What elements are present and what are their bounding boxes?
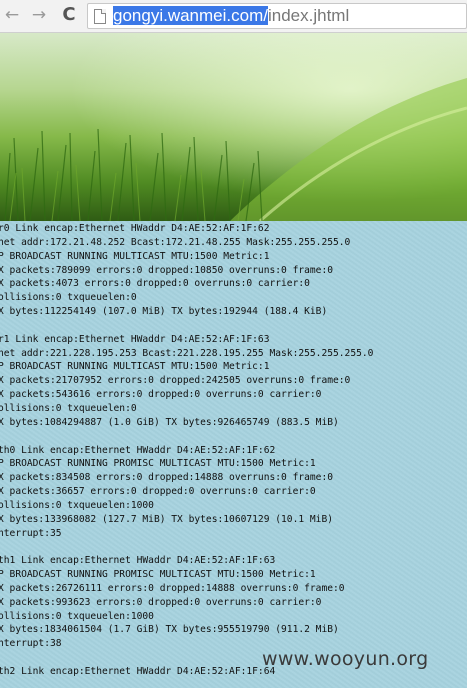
terminal-line: nterrupt:35 (0, 527, 62, 539)
terminal-line: P BROADCAST RUNNING PROMISC MULTICAST MT… (0, 458, 316, 470)
grass-banner-image (0, 33, 467, 221)
url-host-selected: gongyi.wanmei.com/ (113, 6, 268, 25)
terminal-line: X bytes:1084294887 (1.0 GiB) TX bytes:92… (0, 416, 339, 428)
url-text[interactable]: gongyi.wanmei.com/index.jhtml (113, 5, 349, 27)
terminal-line: X packets:993623 errors:0 dropped:0 over… (0, 596, 322, 608)
ifconfig-output-lines: r0 Link encap:Ethernet HWaddr D4:AE:52:A… (0, 222, 373, 679)
terminal-line: ollisions:0 txqueuelen:0 (0, 292, 137, 304)
watermark-text: www.wooyun.org (262, 648, 429, 670)
terminal-line: th1 Link encap:Ethernet HWaddr D4:AE:52:… (0, 555, 276, 567)
terminal-line: ollisions:0 txqueuelen:1000 (0, 610, 154, 622)
terminal-line: ollisions:0 txqueuelen:0 (0, 402, 137, 414)
terminal-line: ollisions:0 txqueuelen:1000 (0, 499, 154, 511)
terminal-line: X bytes:133968082 (127.7 MiB) TX bytes:1… (0, 513, 334, 525)
terminal-line: r0 Link encap:Ethernet HWaddr D4:AE:52:A… (0, 223, 270, 234)
browser-toolbar: ← → C gongyi.wanmei.com/index.jhtml (0, 0, 467, 33)
terminal-line: X packets:4073 errors:0 dropped:0 overru… (0, 278, 310, 290)
terminal-line: net addr:221.228.195.253 Bcast:221.228.1… (0, 347, 374, 359)
terminal-line: th0 Link encap:Ethernet HWaddr D4:AE:52:… (0, 444, 276, 456)
page-icon (94, 9, 106, 24)
address-bar[interactable]: gongyi.wanmei.com/index.jhtml (87, 3, 467, 29)
terminal-line: P BROADCAST RUNNING MULTICAST MTU:1500 M… (0, 250, 270, 262)
forward-arrow-icon[interactable]: → (30, 6, 48, 24)
url-path: index.jhtml (267, 6, 350, 25)
terminal-line: X packets:834508 errors:0 dropped:14888 … (0, 472, 334, 484)
terminal-output: r0 Link encap:Ethernet HWaddr D4:AE:52:A… (0, 221, 467, 688)
terminal-line: X bytes:1834061504 (1.7 GiB) TX bytes:95… (0, 624, 339, 636)
terminal-line: X bytes:112254149 (107.0 MiB) TX bytes:1… (0, 306, 328, 318)
terminal-line: r1 Link encap:Ethernet HWaddr D4:AE:52:A… (0, 333, 270, 345)
terminal-line: net addr:172.21.48.252 Bcast:172.21.48.2… (0, 236, 351, 248)
terminal-line: X packets:789099 errors:0 dropped:10850 … (0, 264, 334, 276)
back-arrow-icon[interactable]: ← (3, 6, 21, 24)
terminal-line: P BROADCAST RUNNING PROMISC MULTICAST MT… (0, 569, 316, 581)
reload-icon[interactable]: C (60, 6, 78, 24)
terminal-line: X packets:36657 errors:0 dropped:0 overr… (0, 486, 316, 498)
terminal-line: X packets:26726111 errors:0 dropped:1488… (0, 582, 345, 594)
terminal-line: X packets:543616 errors:0 dropped:0 over… (0, 389, 322, 401)
terminal-line: X packets:21707952 errors:0 dropped:2425… (0, 375, 351, 387)
terminal-line: P BROADCAST RUNNING MULTICAST MTU:1500 M… (0, 361, 270, 373)
